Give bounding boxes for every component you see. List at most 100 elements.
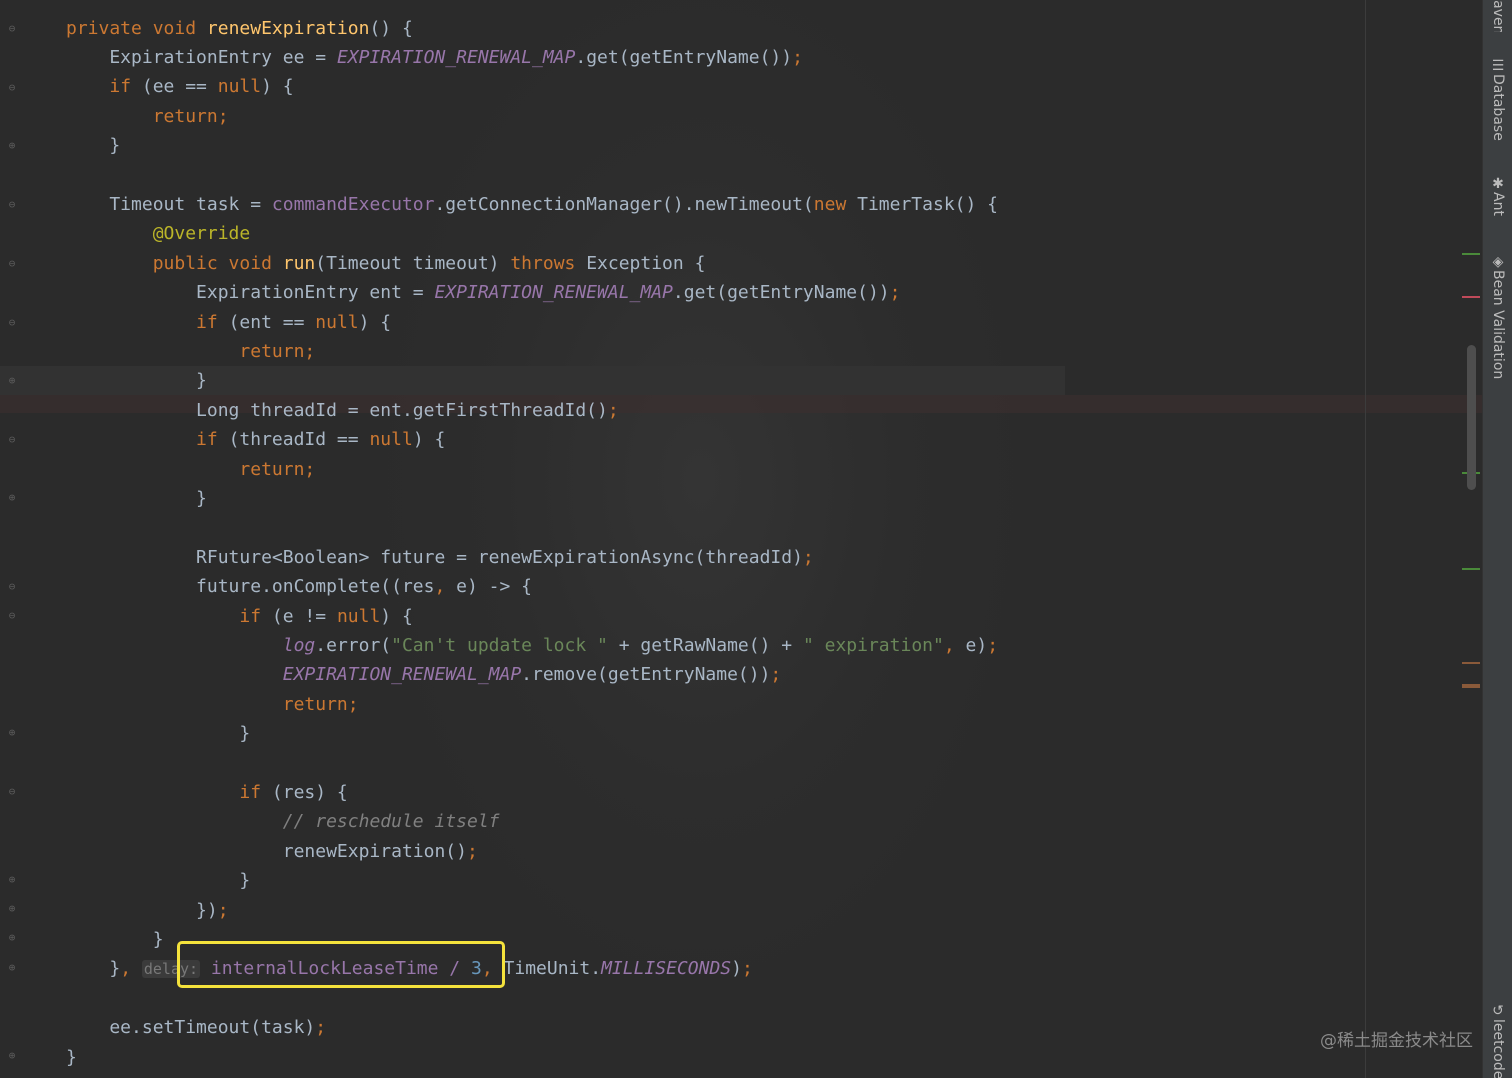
change-marker[interactable] [1462,568,1480,570]
code-line[interactable]: EXPIRATION_RENEWAL_MAP.remove(getEntryNa… [66,660,782,689]
code-token: () { [369,17,413,39]
fold-open-icon[interactable]: ⊖ [6,610,18,622]
code-line[interactable]: return; [66,690,359,719]
code-token: .remove(getEntryName()) [521,664,771,686]
tool-database[interactable]: ☰ Database [1483,58,1512,141]
code-line[interactable]: Timeout task = commandExecutor.getConnec… [66,190,998,219]
scrollbar-thumb[interactable] [1467,345,1476,490]
code-line[interactable]: return; [66,102,229,131]
code-token: ) { [380,605,413,627]
fold-open-icon[interactable]: ⊖ [6,258,18,270]
code-line[interactable]: } [66,1043,77,1072]
code-token: (res) { [271,781,348,803]
code-editor[interactable]: ⊖ ⊖ ⊕ ⊖ ⊖ ⊖ ⊕ ⊖ ⊕ ⊖ ⊖ ⊕ ⊖ ⊕ ⊕ ⊕ ⊕ ⊕ priv… [0,0,1482,1078]
code-line[interactable]: } [66,925,164,954]
code-line[interactable]: if (e != null) { [66,602,413,631]
code-token: (e != [271,605,337,627]
code-line[interactable]: if (ee == null) { [66,72,294,101]
code-line[interactable]: public void run(Timeout timeout) throws … [66,249,706,278]
code-token: } [66,928,164,950]
code-token: ; [987,634,999,656]
code-line[interactable]: renewExpiration(); [66,837,478,866]
watermark: @稀土掘金技术社区 [1320,1031,1473,1051]
fold-open-icon[interactable]: ⊖ [6,23,18,35]
code-token: .get(getEntryName()) [672,282,890,304]
code-line[interactable]: future.onComplete((res, e) -> { [66,572,532,601]
code-line[interactable]: return; [66,455,315,484]
code-token: ; [217,899,229,921]
code-line[interactable]: if (ent == null) { [66,308,391,337]
code-token: throws [510,252,587,274]
code-line[interactable]: } [66,719,250,748]
code-token: MILLISECONDS [601,958,732,980]
code-line[interactable]: if (threadId == null) { [66,425,445,454]
code-line[interactable]: Long threadId = ent.getFirstThreadId(); [66,396,619,425]
code-token: ; [466,840,478,862]
code-line[interactable]: // reschedule itself [66,807,500,836]
code-token: ) { [261,76,294,98]
tool-leetcode[interactable]: ↺ leetcode [1483,1003,1512,1078]
code-line[interactable]: } [66,131,120,160]
code-line[interactable]: log.error("Can't update lock " + getRawN… [66,631,998,660]
fold-close-icon[interactable]: ⊕ [6,874,18,886]
code-token: run [282,252,316,274]
code-line[interactable]: } [66,366,207,395]
right-tool-window-strip: Maven ☰ Database ✱ Ant ◈ Bean Validation… [1482,0,1512,1078]
tool-ant-label: Ant [1490,192,1506,216]
fold-open-icon[interactable]: ⊖ [6,786,18,798]
code-token: } [66,487,207,509]
code-line[interactable]: }); [66,896,229,925]
code-line[interactable]: ee.setTimeout(task); [66,1013,326,1042]
ant-icon: ✱ [1492,176,1504,192]
code-line[interactable]: return; [66,337,315,366]
fold-close-icon[interactable]: ⊕ [6,727,18,739]
editor-gutter[interactable]: ⊖ ⊖ ⊕ ⊖ ⊖ ⊖ ⊕ ⊖ ⊕ ⊖ ⊖ ⊕ ⊖ ⊕ ⊕ ⊕ ⊕ ⊕ [0,0,26,1078]
fold-close-icon[interactable]: ⊕ [6,932,18,944]
fold-open-icon[interactable]: ⊖ [6,82,18,94]
fold-open-icon[interactable]: ⊖ [6,199,18,211]
code-token: @Override [152,223,251,245]
warning-marker[interactable] [1462,684,1480,688]
tool-bean-validation[interactable]: ◈ Bean Validation [1483,254,1512,379]
code-token: RFuture<Boolean> future = renewExpiratio… [66,546,803,568]
code-token: null [336,605,381,627]
code-line[interactable]: } [66,484,207,513]
fold-close-icon[interactable]: ⊕ [6,903,18,915]
fold-open-icon[interactable]: ⊖ [6,581,18,593]
code-token: TimerTask() { [857,193,999,215]
code-token: e) [965,634,988,656]
database-icon: ☰ [1491,58,1505,74]
error-marker[interactable] [1462,296,1480,298]
fold-close-icon[interactable]: ⊕ [6,962,18,974]
error-stripe-scrollbar[interactable] [1458,0,1482,1078]
warning-marker[interactable] [1462,662,1480,664]
code-line[interactable]: private void renewExpiration() { [66,14,413,43]
fold-close-icon[interactable]: ⊕ [6,140,18,152]
code-token: (ee == [141,76,218,98]
code-token: , [943,634,966,656]
tool-maven[interactable]: Maven [1483,0,1512,32]
code-token: ExpirationEntry ee = [66,46,337,68]
code-line[interactable]: ExpirationEntry ent = EXPIRATION_RENEWAL… [66,278,900,307]
fold-open-icon[interactable]: ⊖ [6,317,18,329]
code-token: renewExpiration [206,17,370,39]
code-line[interactable]: if (res) { [66,778,348,807]
fold-open-icon[interactable]: ⊖ [6,434,18,446]
tool-ant[interactable]: ✱ Ant [1483,176,1512,216]
code-token: ; [802,546,814,568]
change-marker[interactable] [1462,253,1480,255]
fold-close-icon[interactable]: ⊕ [6,1050,18,1062]
code-line[interactable]: @Override [66,219,251,248]
code-line[interactable]: RFuture<Boolean> future = renewExpiratio… [66,543,814,572]
code-line[interactable]: } [66,866,250,895]
right-margin-guide [1365,0,1366,1078]
fold-close-icon[interactable]: ⊕ [6,375,18,387]
fold-close-icon[interactable]: ⊕ [6,492,18,504]
code-line[interactable]: ExpirationEntry ee = EXPIRATION_RENEWAL_… [66,43,803,72]
tool-database-label: Database [1490,74,1506,141]
